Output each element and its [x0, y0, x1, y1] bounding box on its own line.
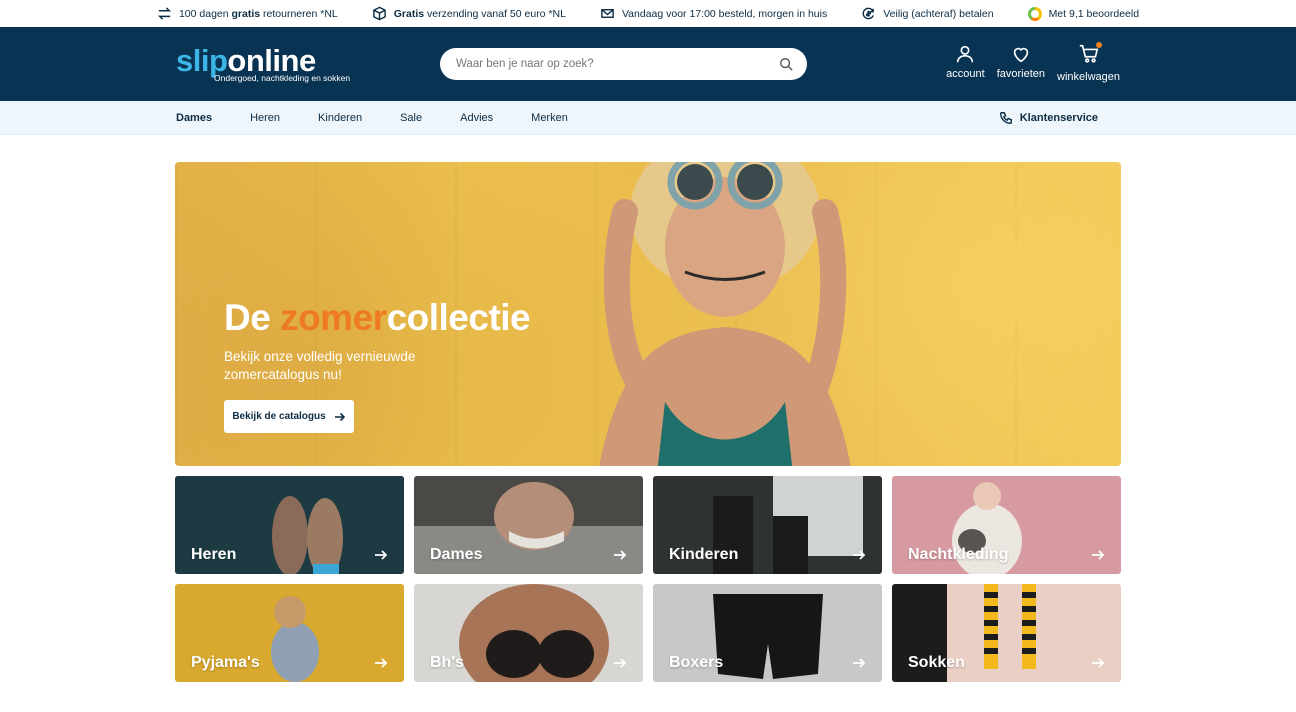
hero-model-image	[599, 162, 851, 466]
usp-shipping-text-post: verzending vanaf 50 euro *NL	[424, 7, 566, 20]
usp-rating: Met 9,1 beoordeeld	[1027, 6, 1140, 21]
category-tile-heren[interactable]: Heren	[175, 476, 404, 574]
customer-service-link[interactable]: Klantenservice	[999, 111, 1098, 125]
hero-title-part1: De	[224, 297, 281, 338]
site-logo[interactable]: sliponline Ondergoed, nachtkleding en so…	[176, 45, 350, 83]
search-icon[interactable]	[779, 57, 793, 71]
main-nav: Dames Heren Kinderen Sale Advies Merken …	[0, 101, 1296, 135]
usp-bar: 100 dagen gratis retourneren *NL Gratis …	[0, 0, 1296, 27]
arrow-right-icon	[1092, 658, 1105, 668]
return-arrows-icon	[157, 7, 171, 20]
category-label: Pyjama's	[191, 654, 260, 671]
arrow-right-icon	[334, 412, 345, 421]
category-tile-kinderen[interactable]: Kinderen	[653, 476, 882, 574]
account-button[interactable]: account	[946, 43, 985, 83]
usp-shipping-text-bold: Gratis	[393, 7, 425, 20]
logo-tagline: Ondergoed, nachtkleding en sokken	[214, 73, 351, 84]
hero-title: De zomercollectie	[224, 297, 531, 339]
nav-item-kinderen[interactable]: Kinderen	[318, 112, 362, 124]
usp-returns: 100 dagen gratis retourneren *NL	[157, 6, 338, 21]
arrow-right-icon	[614, 550, 627, 560]
cart-indicator-dot	[1095, 42, 1102, 48]
favorites-label: favorieten	[996, 68, 1046, 80]
nav-item-advies[interactable]: Advies	[460, 112, 493, 124]
nav-item-sale[interactable]: Sale	[400, 112, 422, 124]
user-icon	[957, 45, 974, 63]
category-label: Heren	[191, 546, 237, 563]
heart-icon	[1013, 47, 1029, 63]
hero-banner[interactable]: De zomercollectie Bekijk onze volledig v…	[175, 162, 1121, 466]
nav-item-dames[interactable]: Dames	[176, 112, 212, 124]
category-tile-bhs[interactable]: Bh's	[414, 584, 643, 682]
category-label: Sokken	[908, 654, 965, 671]
usp-payment: Veilig (achteraf) betalen	[861, 6, 994, 21]
cart-button[interactable]: winkelwagen	[1057, 42, 1120, 83]
search-bar	[440, 48, 807, 80]
hero-subtitle: Bekijk onze volledig vernieuwde zomercat…	[224, 349, 416, 383]
catalog-button[interactable]: Bekijk de catalogus	[224, 400, 354, 433]
arrow-right-icon	[375, 550, 388, 560]
site-header: sliponline Ondergoed, nachtkleding en so…	[0, 27, 1296, 101]
usp-delivery-text: Vandaag voor 17:00 besteld, morgen in hu…	[621, 7, 828, 20]
hero-title-accent: zomer	[280, 297, 387, 338]
usp-rating-text: Met 9,1 beoordeeld	[1048, 7, 1140, 20]
hero-title-part2: collectie	[386, 297, 531, 338]
category-tile-pyjamas[interactable]: Pyjama's	[175, 584, 404, 682]
customer-service-label: Klantenservice	[1019, 111, 1098, 124]
package-icon	[372, 6, 386, 21]
secure-payment-icon	[862, 7, 875, 20]
arrow-right-icon	[853, 658, 866, 668]
catalog-button-label: Bekijk de catalogus	[232, 411, 326, 422]
usp-returns-text-bold: gratis	[231, 7, 261, 20]
cart-label: winkelwagen	[1057, 71, 1120, 83]
category-tile-nachtkleding[interactable]: Nachtkleding	[892, 476, 1121, 574]
usp-payment-text: Veilig (achteraf) betalen	[883, 7, 994, 20]
rating-badge-icon	[1027, 6, 1042, 21]
usp-delivery: Vandaag voor 17:00 besteld, morgen in hu…	[600, 6, 827, 21]
phone-icon	[999, 111, 1012, 124]
usp-shipping: Gratis verzending vanaf 50 euro *NL	[372, 6, 566, 21]
search-input[interactable]	[456, 58, 779, 70]
usp-returns-text-pre: 100 dagen	[178, 7, 232, 20]
usp-returns-text-post: retourneren *NL	[260, 7, 338, 20]
arrow-right-icon	[614, 658, 627, 668]
arrow-right-icon	[1092, 550, 1105, 560]
category-label: Boxers	[669, 654, 724, 671]
category-tile-dames[interactable]: Dames	[414, 476, 643, 574]
category-label: Dames	[430, 546, 483, 563]
account-label: account	[946, 68, 985, 80]
category-tile-boxers[interactable]: Boxers	[653, 584, 882, 682]
category-tile-sokken[interactable]: Sokken	[892, 584, 1121, 682]
favorites-button[interactable]: favorieten	[997, 43, 1045, 83]
category-label: Bh's	[430, 654, 465, 671]
arrow-right-icon	[853, 550, 866, 560]
nav-item-heren[interactable]: Heren	[250, 112, 280, 124]
category-label: Nachtkleding	[908, 546, 1009, 563]
nav-item-merken[interactable]: Merken	[531, 112, 568, 124]
header-actions: account favorieten winkelwagen	[946, 42, 1120, 83]
delivery-envelope-icon	[601, 9, 614, 18]
arrow-right-icon	[375, 658, 388, 668]
category-label: Kinderen	[669, 546, 739, 563]
